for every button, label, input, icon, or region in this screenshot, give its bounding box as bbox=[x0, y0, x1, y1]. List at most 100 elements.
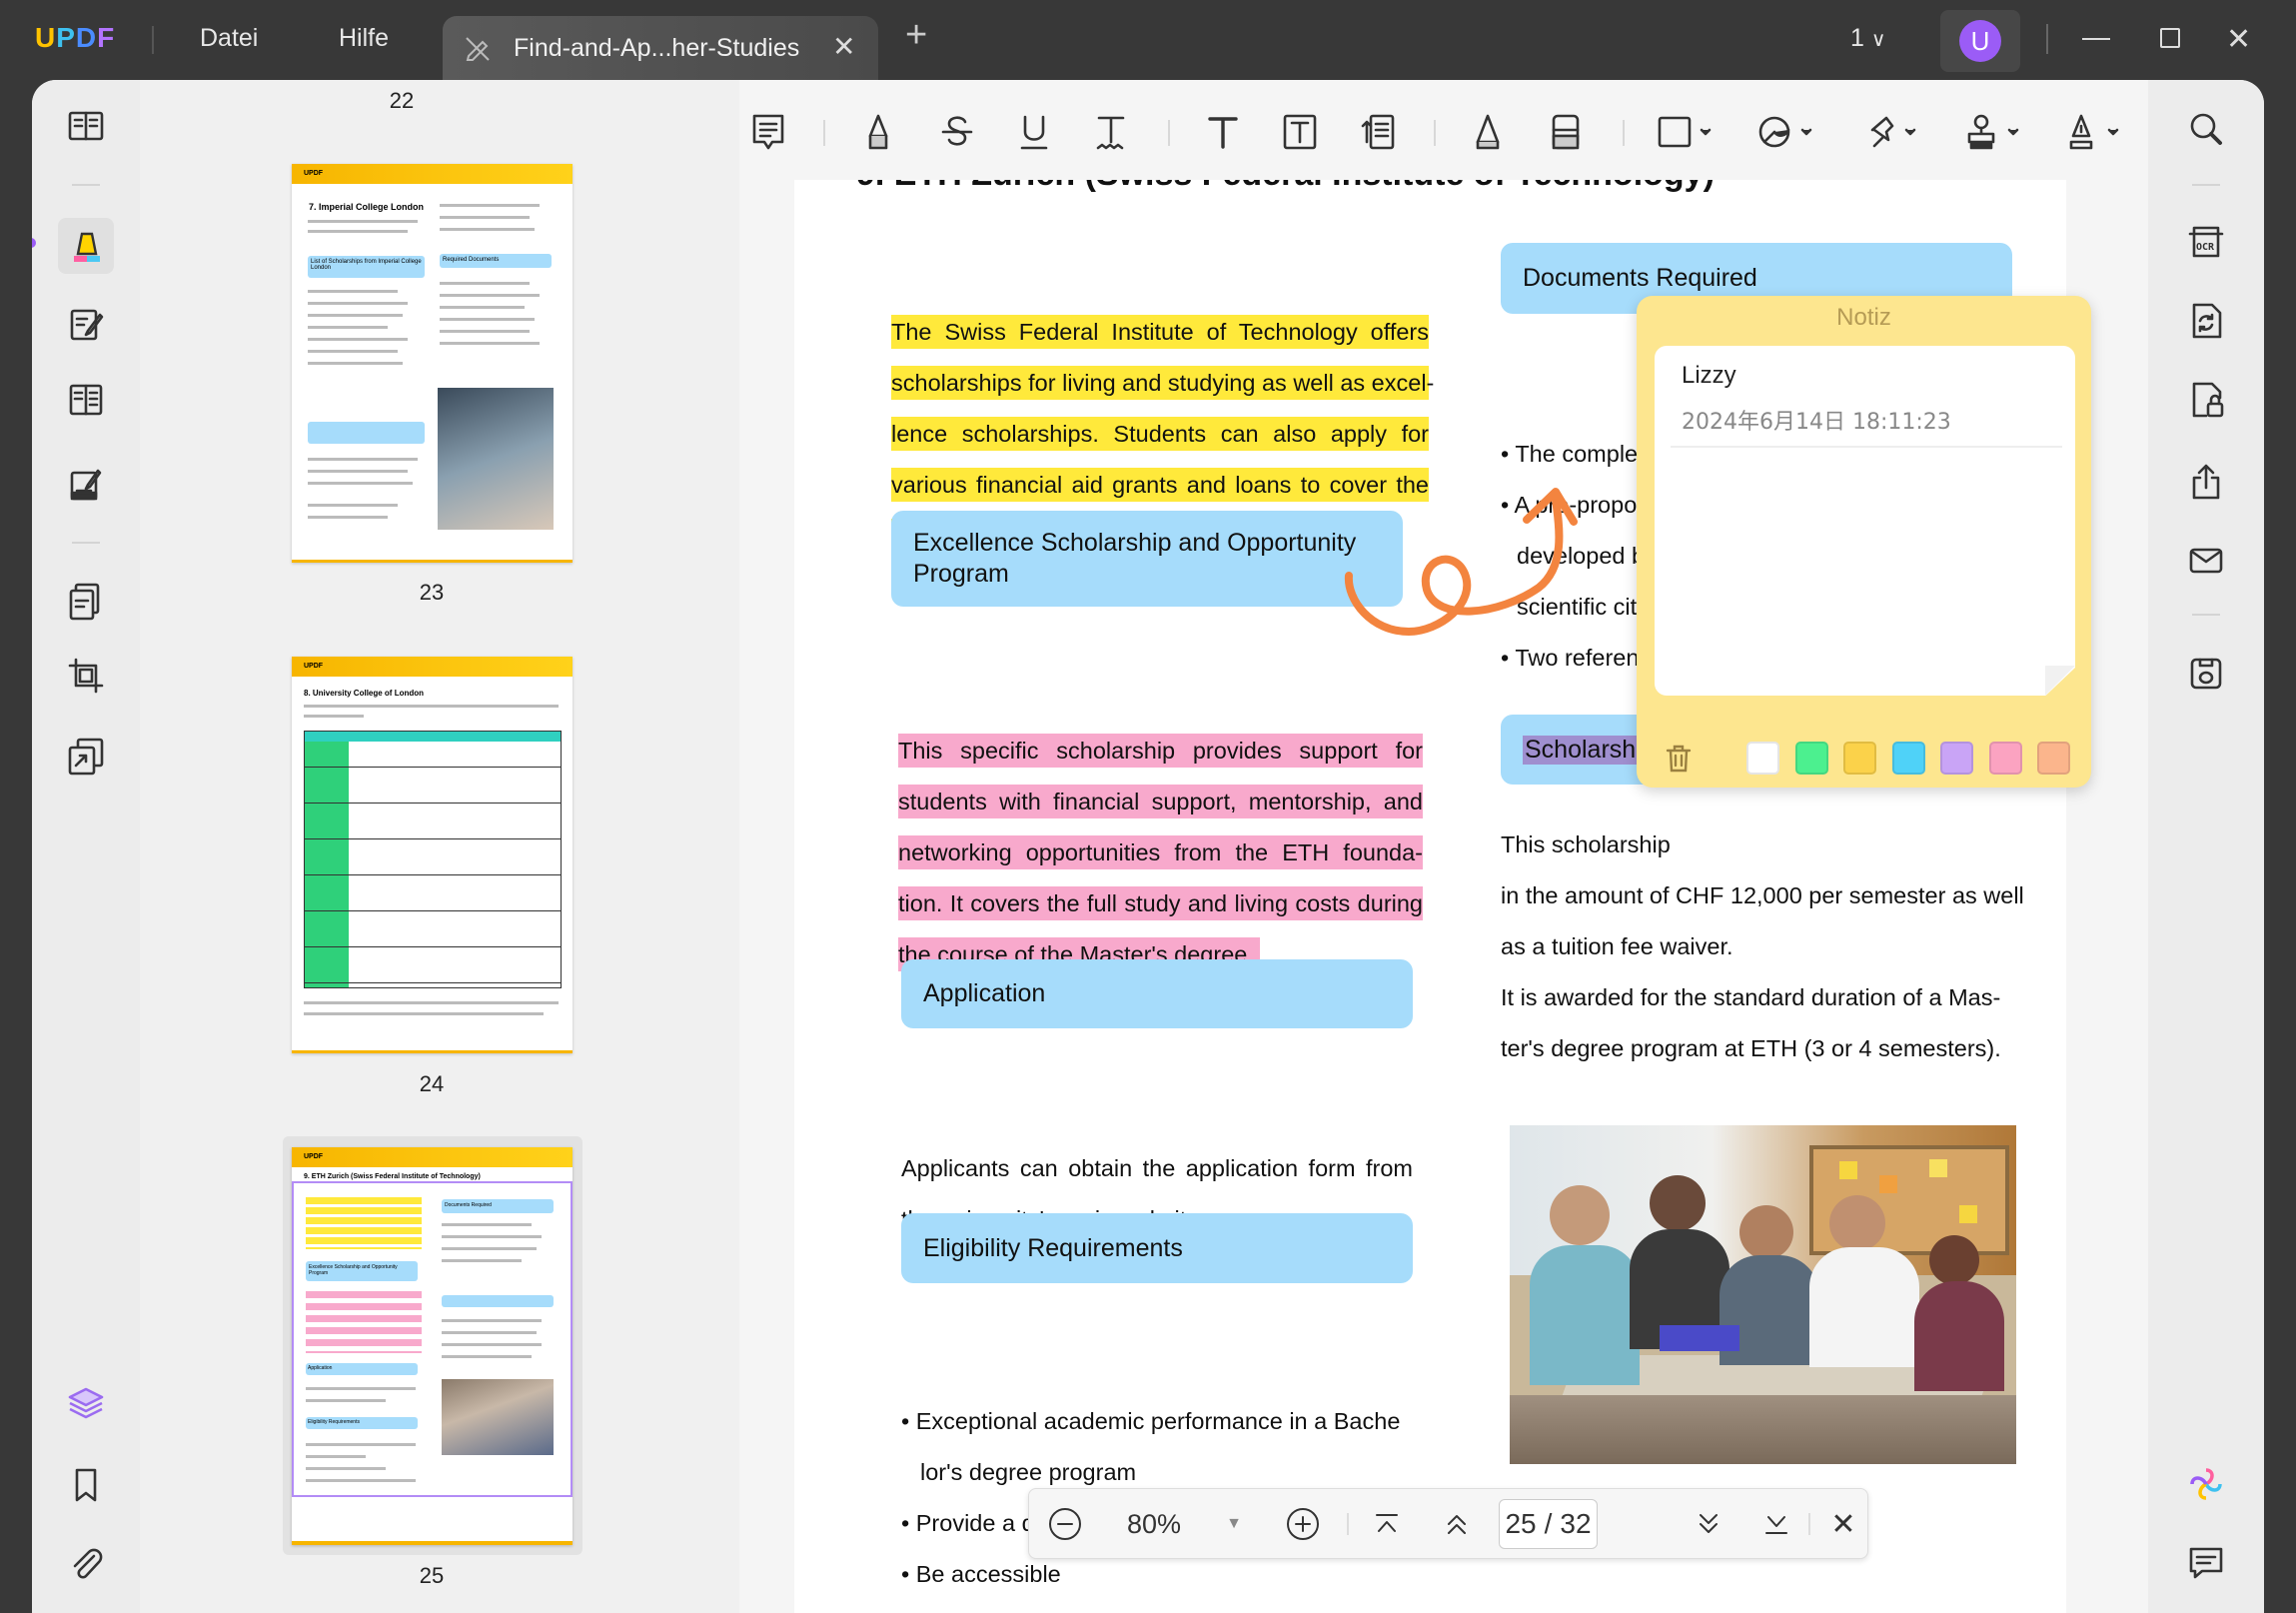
convert-pages-icon[interactable] bbox=[62, 732, 110, 780]
students-photo bbox=[1510, 1125, 2016, 1464]
organize-pages-icon[interactable] bbox=[62, 577, 110, 625]
tab-title: Find-and-Ap...her-Studies bbox=[514, 34, 800, 62]
note-color-swatch[interactable] bbox=[1891, 742, 1925, 775]
thumbnail-header: UPDF bbox=[292, 164, 573, 184]
updf-ai-icon[interactable] bbox=[2182, 1460, 2230, 1508]
note-color-swatch[interactable] bbox=[2037, 742, 2070, 775]
menu-hilfe[interactable]: Hilfe bbox=[339, 24, 389, 53]
signature-tool-dropdown[interactable] bbox=[2060, 108, 2130, 156]
bookmark-icon[interactable] bbox=[62, 1461, 110, 1509]
highlighted-line[interactable]: This specific scholarship provides suppo… bbox=[898, 734, 1423, 768]
highlighted-line[interactable]: networking opportunities from the ETH fo… bbox=[898, 835, 1423, 869]
current-page: 25 bbox=[1505, 1508, 1537, 1539]
pencil-tool-icon[interactable] bbox=[1464, 108, 1512, 156]
maximize-button[interactable] bbox=[2160, 28, 2180, 48]
page-layout-icon[interactable] bbox=[62, 376, 110, 424]
divider bbox=[2192, 184, 2220, 186]
highlighted-line[interactable]: tion. It covers the full study and livin… bbox=[898, 886, 1423, 920]
highlighted-line[interactable]: lence scholarships. Students can also ap… bbox=[891, 417, 1429, 451]
avatar-button[interactable]: U bbox=[1940, 10, 2020, 72]
highlight-tool-icon[interactable] bbox=[854, 108, 902, 156]
window-count[interactable]: 1 ∨ bbox=[1850, 24, 1886, 53]
document-tab[interactable]: Find-and-Ap...her-Studies ✕ bbox=[443, 16, 878, 80]
text-tool-icon[interactable] bbox=[1199, 108, 1247, 156]
shape-tool-dropdown[interactable] bbox=[1653, 108, 1722, 156]
thumbnail-box: Eligibility Requirements bbox=[306, 1417, 418, 1429]
page-number-input[interactable]: 25/32 bbox=[1499, 1499, 1598, 1549]
text-line: It is awarded for the standard duration … bbox=[1501, 984, 2001, 1010]
new-tab-button[interactable]: + bbox=[905, 14, 927, 57]
sticky-note-tool-icon[interactable] bbox=[744, 108, 792, 156]
highlighted-line[interactable]: students with financial support, mentors… bbox=[898, 785, 1423, 818]
ocr-icon[interactable]: OCR bbox=[2182, 218, 2230, 266]
divider bbox=[1671, 446, 2062, 448]
text-callout-tool-icon[interactable] bbox=[1354, 108, 1402, 156]
next-page-button[interactable] bbox=[1689, 1503, 1728, 1545]
text-line: This scholarship bbox=[1501, 831, 1671, 857]
note-color-swatch[interactable] bbox=[1843, 742, 1876, 775]
sticky-note-popup: Notiz Lizzy 2024年6月14日 18:11:23 bbox=[1637, 296, 2091, 788]
note-color-swatch[interactable] bbox=[1794, 742, 1828, 775]
title-bar: UPDF Datei Hilfe Find-and-Ap...her-Studi… bbox=[0, 0, 2296, 80]
edit-off-icon bbox=[463, 34, 493, 69]
textbox-tool-icon[interactable] bbox=[1276, 108, 1324, 156]
thumbnail-label: 25 bbox=[419, 1563, 445, 1588]
crop-pages-icon[interactable] bbox=[62, 652, 110, 700]
close-window-button[interactable]: ✕ bbox=[2226, 22, 2251, 57]
eraser-tool-icon[interactable] bbox=[1542, 108, 1590, 156]
previous-page-button[interactable] bbox=[1437, 1503, 1477, 1545]
thumbnail-page-23[interactable]: UPDF 7. Imperial College London List of … bbox=[292, 164, 573, 563]
zoom-out-button[interactable] bbox=[1045, 1503, 1085, 1545]
search-icon[interactable] bbox=[2182, 105, 2230, 153]
fill-sign-icon[interactable] bbox=[62, 461, 110, 509]
reader-mode-icon[interactable] bbox=[62, 104, 110, 152]
stamp-sticker-tool-dropdown[interactable] bbox=[1753, 108, 1823, 156]
first-page-button[interactable] bbox=[1367, 1503, 1407, 1545]
zoom-level[interactable]: 80% bbox=[1109, 1503, 1199, 1545]
tab-close-button[interactable]: ✕ bbox=[832, 30, 855, 63]
text-line: in the amount of CHF 12,000 per semester… bbox=[1501, 882, 2024, 908]
strikethrough-tool-icon[interactable] bbox=[933, 108, 981, 156]
stamp-tool-dropdown[interactable] bbox=[1960, 108, 2030, 156]
zoom-in-button[interactable] bbox=[1283, 1503, 1323, 1545]
layers-icon[interactable] bbox=[62, 1379, 110, 1427]
note-title: Notiz bbox=[1836, 304, 1891, 331]
thumbnail-page-25[interactable]: UPDF 9. ETH Zurich (Swiss Federal Instit… bbox=[292, 1147, 573, 1545]
email-icon[interactable] bbox=[2182, 537, 2230, 585]
divider bbox=[1808, 1513, 1810, 1535]
thumbnail-box: Application bbox=[306, 1363, 418, 1375]
comment-mode-icon[interactable] bbox=[58, 218, 114, 274]
note-body[interactable]: Lizzy 2024年6月14日 18:11:23 bbox=[1655, 346, 2075, 696]
zoom-dropdown-icon[interactable]: ▼ bbox=[1219, 1503, 1249, 1545]
protect-file-icon[interactable] bbox=[2182, 376, 2230, 424]
last-page-button[interactable] bbox=[1756, 1503, 1796, 1545]
divider bbox=[2192, 614, 2220, 616]
highlighted-line[interactable]: various financial aid grants and loans t… bbox=[891, 468, 1429, 502]
window-count-label: 1 bbox=[1850, 24, 1864, 52]
comments-list-icon[interactable] bbox=[2182, 1539, 2230, 1587]
page-heading: 9. ETH Zurich (Swiss Federal Institute o… bbox=[856, 180, 1715, 196]
delete-note-icon[interactable] bbox=[1665, 744, 1693, 779]
highlighted-line[interactable]: The Swiss Federal Institute of Technolog… bbox=[891, 315, 1429, 349]
note-color-swatch[interactable] bbox=[1988, 742, 2022, 775]
note-color-swatch[interactable] bbox=[1746, 742, 1779, 775]
squiggly-tool-icon[interactable] bbox=[1087, 108, 1135, 156]
thumbnail-title: 7. Imperial College London bbox=[309, 202, 425, 212]
pin-tool-dropdown[interactable] bbox=[1857, 108, 1927, 156]
note-color-swatch[interactable] bbox=[1940, 742, 1973, 775]
thumbnail-box: Required Documents bbox=[440, 254, 552, 268]
highlighted-line[interactable]: scholarships for living and studying as … bbox=[891, 366, 1434, 400]
thumbnail-panel: 22 UPDF 7. Imperial College London List … bbox=[140, 80, 739, 1613]
share-icon[interactable] bbox=[2182, 458, 2230, 506]
heading-excellence-scholarship: Excellence Scholarship and Opportunity P… bbox=[891, 511, 1403, 607]
edit-pdf-icon[interactable] bbox=[62, 301, 110, 349]
thumbnail-page-24[interactable]: UPDF 8. University College of London bbox=[292, 657, 573, 1053]
underline-tool-icon[interactable] bbox=[1010, 108, 1058, 156]
attachment-icon[interactable] bbox=[62, 1540, 110, 1588]
minimize-button[interactable] bbox=[2082, 38, 2110, 40]
menu-datei[interactable]: Datei bbox=[200, 24, 258, 53]
active-indicator bbox=[32, 238, 36, 248]
close-navigation-button[interactable]: ✕ bbox=[1823, 1503, 1863, 1545]
save-icon[interactable] bbox=[2182, 650, 2230, 698]
convert-file-icon[interactable] bbox=[2182, 297, 2230, 345]
